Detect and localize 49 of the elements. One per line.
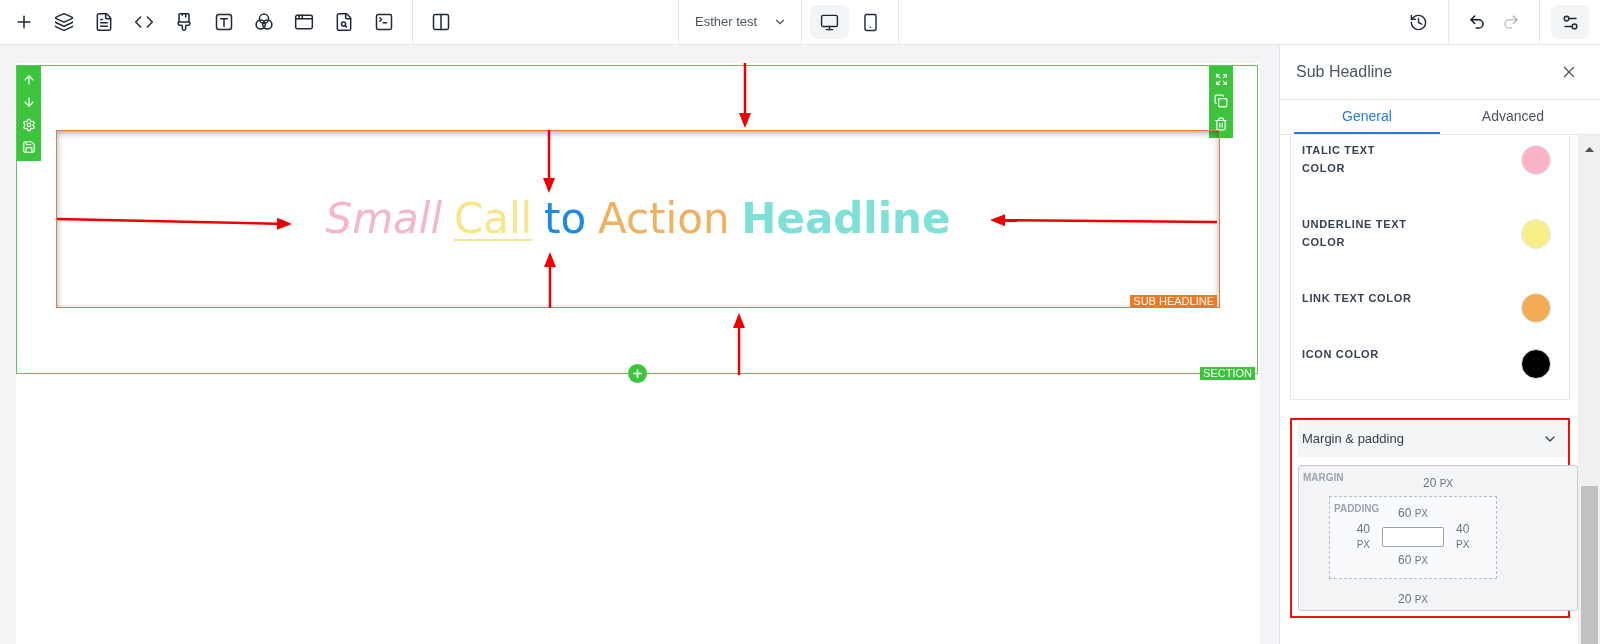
color-swatch[interactable] [1521, 145, 1551, 175]
panel-title: Sub Headline [1296, 62, 1393, 82]
scrollbar-thumb[interactable] [1580, 486, 1598, 644]
padding-bottom-value[interactable]: 60 PX [1397, 553, 1428, 568]
project-dropdown[interactable]: Esther test [678, 0, 801, 44]
accordion-header[interactable]: Margin & padding [1298, 420, 1568, 457]
panel-tab[interactable]: General [1294, 100, 1440, 134]
element-badge: SUB HEADLINE [1130, 295, 1217, 308]
circles-icon [254, 12, 274, 32]
margin-bottom-value[interactable]: 20 PX [1397, 592, 1428, 606]
panel-tab[interactable]: Advanced [1440, 100, 1586, 134]
sub-headline: Small Call to Action Headline [325, 193, 951, 245]
columns-icon [431, 12, 451, 32]
desktop-icon [819, 12, 839, 32]
color-setting-label: ITALIC TEXT COLOR [1302, 143, 1376, 176]
annotation-arrow [544, 252, 556, 308]
layers-icon [54, 12, 74, 32]
file-search-icon [334, 12, 354, 32]
padding-left-value[interactable]: 40 PX [1356, 522, 1370, 552]
color-setting-label: LINK TEXT COLOR [1302, 291, 1412, 306]
margin-label: MARGIN [1303, 471, 1344, 485]
plus-icon [631, 367, 644, 380]
sliders-icon [1560, 12, 1580, 32]
section-badge: SECTION [1200, 367, 1255, 380]
color-setting-label: ICON COLOR [1302, 347, 1379, 362]
trash-icon[interactable] [1214, 116, 1228, 131]
terminal-icon [374, 12, 394, 32]
padding-right-value[interactable]: 40 PX [1456, 522, 1470, 552]
headline-element[interactable]: Small Call to Action Headline SUB HEADLINE [56, 130, 1220, 308]
settings-button[interactable] [1551, 5, 1589, 39]
padding-top-value[interactable]: 60 PX [1397, 506, 1428, 521]
color-setting-label: UNDERLINE TEXT COLOR [1302, 217, 1407, 250]
margin-top-value[interactable]: 20 PX [1422, 476, 1453, 491]
annotation-arrow [543, 130, 555, 193]
annotation-arrow [739, 63, 751, 128]
history-icon [1408, 12, 1428, 32]
document-icon [94, 12, 114, 32]
scrollbar[interactable] [1578, 135, 1600, 644]
desktop-view-button[interactable] [809, 5, 849, 39]
paintbrush-icon [174, 12, 194, 32]
text-icon [214, 12, 234, 32]
color-swatch[interactable] [1521, 349, 1551, 379]
padding-label: PADDING [1334, 502, 1380, 516]
annotation-arrow [733, 313, 745, 375]
content-box [1382, 527, 1444, 547]
color-swatch[interactable] [1521, 293, 1551, 323]
scroll-up-icon[interactable] [1584, 147, 1594, 152]
window-icon [294, 12, 314, 32]
color-swatch[interactable] [1521, 219, 1551, 249]
